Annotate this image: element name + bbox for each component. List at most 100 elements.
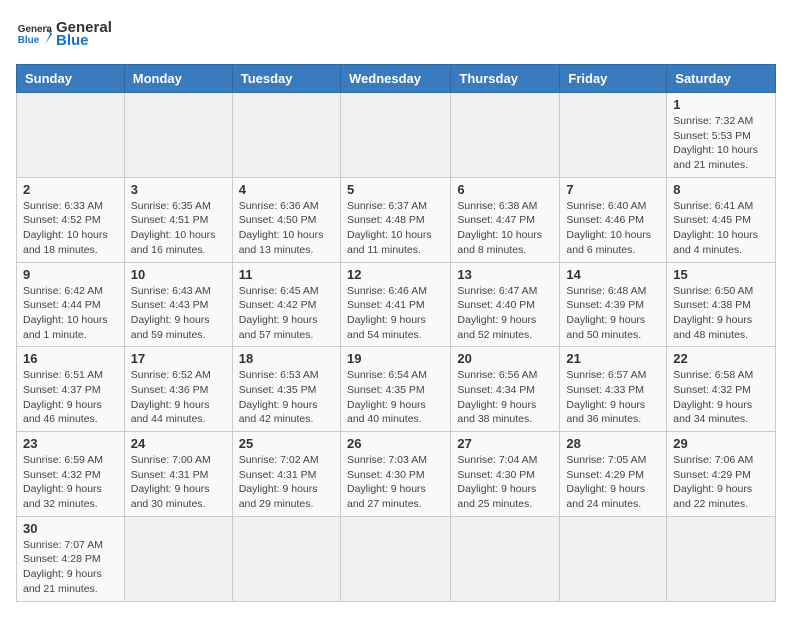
day-number: 27 bbox=[457, 436, 553, 451]
calendar-cell: 29Sunrise: 7:06 AM Sunset: 4:29 PM Dayli… bbox=[667, 432, 776, 517]
day-number: 23 bbox=[23, 436, 118, 451]
header: General Blue General Blue bbox=[16, 16, 776, 52]
calendar-cell: 9Sunrise: 6:42 AM Sunset: 4:44 PM Daylig… bbox=[17, 262, 125, 347]
day-number: 10 bbox=[131, 267, 226, 282]
svg-text:General: General bbox=[18, 24, 52, 35]
day-number: 2 bbox=[23, 182, 118, 197]
calendar-cell bbox=[451, 516, 560, 601]
day-number: 18 bbox=[239, 351, 334, 366]
calendar-cell: 11Sunrise: 6:45 AM Sunset: 4:42 PM Dayli… bbox=[232, 262, 340, 347]
calendar-week-5: 30 Sunrise: 7:07 AM Sunset: 4:28 PM Dayli… bbox=[17, 516, 776, 601]
day-info: Sunrise: 7:07 AM Sunset: 4:28 PM Dayligh… bbox=[23, 538, 118, 597]
calendar-cell: 1Sunrise: 7:32 AM Sunset: 5:53 PM Daylig… bbox=[667, 93, 776, 178]
day-info: Sunrise: 6:46 AM Sunset: 4:41 PM Dayligh… bbox=[347, 284, 444, 343]
calendar-cell: 23Sunrise: 6:59 AM Sunset: 4:32 PM Dayli… bbox=[17, 432, 125, 517]
calendar-cell bbox=[560, 93, 667, 178]
day-info: Sunrise: 6:56 AM Sunset: 4:34 PM Dayligh… bbox=[457, 368, 553, 427]
day-info: Sunrise: 6:40 AM Sunset: 4:46 PM Dayligh… bbox=[566, 199, 660, 258]
calendar-cell bbox=[124, 93, 232, 178]
day-info: Sunrise: 6:37 AM Sunset: 4:48 PM Dayligh… bbox=[347, 199, 444, 258]
day-number: 20 bbox=[457, 351, 553, 366]
day-info: Sunrise: 6:38 AM Sunset: 4:47 PM Dayligh… bbox=[457, 199, 553, 258]
day-info: Sunrise: 7:32 AM Sunset: 5:53 PM Dayligh… bbox=[673, 114, 769, 173]
day-info: Sunrise: 6:43 AM Sunset: 4:43 PM Dayligh… bbox=[131, 284, 226, 343]
day-number: 26 bbox=[347, 436, 444, 451]
day-number: 15 bbox=[673, 267, 769, 282]
calendar: SundayMondayTuesdayWednesdayThursdayFrid… bbox=[16, 64, 776, 602]
day-number: 30 bbox=[23, 521, 118, 536]
calendar-week-4: 23Sunrise: 6:59 AM Sunset: 4:32 PM Dayli… bbox=[17, 432, 776, 517]
day-number: 14 bbox=[566, 267, 660, 282]
day-number: 29 bbox=[673, 436, 769, 451]
calendar-cell: 26 Sunrise: 7:03 AM Sunset: 4:30 PM Dayli… bbox=[340, 432, 450, 517]
calendar-cell: 22 Sunrise: 6:58 AM Sunset: 4:32 PM Dayli… bbox=[667, 347, 776, 432]
day-number: 25 bbox=[239, 436, 334, 451]
calendar-cell: 17 Sunrise: 6:52 AM Sunset: 4:36 PM Dayli… bbox=[124, 347, 232, 432]
calendar-cell bbox=[232, 516, 340, 601]
calendar-cell bbox=[667, 516, 776, 601]
calendar-cell bbox=[560, 516, 667, 601]
calendar-cell: 30 Sunrise: 7:07 AM Sunset: 4:28 PM Dayli… bbox=[17, 516, 125, 601]
day-info: Sunrise: 6:36 AM Sunset: 4:50 PM Dayligh… bbox=[239, 199, 334, 258]
calendar-cell: 3Sunrise: 6:35 AM Sunset: 4:51 PM Daylig… bbox=[124, 177, 232, 262]
day-info: Sunrise: 6:50 AM Sunset: 4:38 PM Dayligh… bbox=[673, 284, 769, 343]
calendar-cell: 7 Sunrise: 6:40 AM Sunset: 4:46 PM Daylig… bbox=[560, 177, 667, 262]
day-number: 11 bbox=[239, 267, 334, 282]
day-number: 17 bbox=[131, 351, 226, 366]
svg-text:Blue: Blue bbox=[18, 35, 40, 46]
day-info: Sunrise: 6:51 AM Sunset: 4:37 PM Dayligh… bbox=[23, 368, 118, 427]
calendar-cell bbox=[340, 516, 450, 601]
day-info: Sunrise: 7:03 AM Sunset: 4:30 PM Dayligh… bbox=[347, 453, 444, 512]
calendar-cell: 6 Sunrise: 6:38 AM Sunset: 4:47 PM Daylig… bbox=[451, 177, 560, 262]
calendar-cell: 5Sunrise: 6:37 AM Sunset: 4:48 PM Daylig… bbox=[340, 177, 450, 262]
calendar-cell: 20 Sunrise: 6:56 AM Sunset: 4:34 PM Dayli… bbox=[451, 347, 560, 432]
day-info: Sunrise: 6:35 AM Sunset: 4:51 PM Dayligh… bbox=[131, 199, 226, 258]
weekday-header-thursday: Thursday bbox=[451, 65, 560, 93]
calendar-cell: 8Sunrise: 6:41 AM Sunset: 4:45 PM Daylig… bbox=[667, 177, 776, 262]
day-number: 8 bbox=[673, 182, 769, 197]
calendar-cell bbox=[232, 93, 340, 178]
day-info: Sunrise: 7:00 AM Sunset: 4:31 PM Dayligh… bbox=[131, 453, 226, 512]
day-info: Sunrise: 6:33 AM Sunset: 4:52 PM Dayligh… bbox=[23, 199, 118, 258]
day-number: 21 bbox=[566, 351, 660, 366]
calendar-cell: 14Sunrise: 6:48 AM Sunset: 4:39 PM Dayli… bbox=[560, 262, 667, 347]
day-info: Sunrise: 6:47 AM Sunset: 4:40 PM Dayligh… bbox=[457, 284, 553, 343]
weekday-header-saturday: Saturday bbox=[667, 65, 776, 93]
calendar-cell: 28Sunrise: 7:05 AM Sunset: 4:29 PM Dayli… bbox=[560, 432, 667, 517]
day-number: 19 bbox=[347, 351, 444, 366]
day-number: 9 bbox=[23, 267, 118, 282]
calendar-week-0: 1Sunrise: 7:32 AM Sunset: 5:53 PM Daylig… bbox=[17, 93, 776, 178]
day-info: Sunrise: 6:53 AM Sunset: 4:35 PM Dayligh… bbox=[239, 368, 334, 427]
day-number: 6 bbox=[457, 182, 553, 197]
calendar-cell: 25 Sunrise: 7:02 AM Sunset: 4:31 PM Dayli… bbox=[232, 432, 340, 517]
calendar-cell: 27 Sunrise: 7:04 AM Sunset: 4:30 PM Dayli… bbox=[451, 432, 560, 517]
day-info: Sunrise: 7:04 AM Sunset: 4:30 PM Dayligh… bbox=[457, 453, 553, 512]
weekday-header-friday: Friday bbox=[560, 65, 667, 93]
day-number: 16 bbox=[23, 351, 118, 366]
day-number: 7 bbox=[566, 182, 660, 197]
calendar-week-1: 2 Sunrise: 6:33 AM Sunset: 4:52 PM Daylig… bbox=[17, 177, 776, 262]
calendar-cell: 15 Sunrise: 6:50 AM Sunset: 4:38 PM Dayli… bbox=[667, 262, 776, 347]
day-number: 28 bbox=[566, 436, 660, 451]
day-number: 24 bbox=[131, 436, 226, 451]
logo: General Blue General Blue bbox=[16, 16, 112, 52]
day-info: Sunrise: 6:52 AM Sunset: 4:36 PM Dayligh… bbox=[131, 368, 226, 427]
calendar-cell bbox=[124, 516, 232, 601]
day-info: Sunrise: 7:02 AM Sunset: 4:31 PM Dayligh… bbox=[239, 453, 334, 512]
day-info: Sunrise: 6:58 AM Sunset: 4:32 PM Dayligh… bbox=[673, 368, 769, 427]
day-number: 22 bbox=[673, 351, 769, 366]
weekday-header-sunday: Sunday bbox=[17, 65, 125, 93]
weekday-header-tuesday: Tuesday bbox=[232, 65, 340, 93]
calendar-cell: 19 Sunrise: 6:54 AM Sunset: 4:35 PM Dayli… bbox=[340, 347, 450, 432]
calendar-cell: 4 Sunrise: 6:36 AM Sunset: 4:50 PM Daylig… bbox=[232, 177, 340, 262]
calendar-cell: 16 Sunrise: 6:51 AM Sunset: 4:37 PM Dayli… bbox=[17, 347, 125, 432]
weekday-header-monday: Monday bbox=[124, 65, 232, 93]
calendar-cell: 2 Sunrise: 6:33 AM Sunset: 4:52 PM Daylig… bbox=[17, 177, 125, 262]
calendar-cell: 18 Sunrise: 6:53 AM Sunset: 4:35 PM Dayli… bbox=[232, 347, 340, 432]
day-info: Sunrise: 6:54 AM Sunset: 4:35 PM Dayligh… bbox=[347, 368, 444, 427]
weekday-header-wednesday: Wednesday bbox=[340, 65, 450, 93]
calendar-cell: 12Sunrise: 6:46 AM Sunset: 4:41 PM Dayli… bbox=[340, 262, 450, 347]
calendar-cell: 21Sunrise: 6:57 AM Sunset: 4:33 PM Dayli… bbox=[560, 347, 667, 432]
calendar-week-2: 9Sunrise: 6:42 AM Sunset: 4:44 PM Daylig… bbox=[17, 262, 776, 347]
day-number: 4 bbox=[239, 182, 334, 197]
